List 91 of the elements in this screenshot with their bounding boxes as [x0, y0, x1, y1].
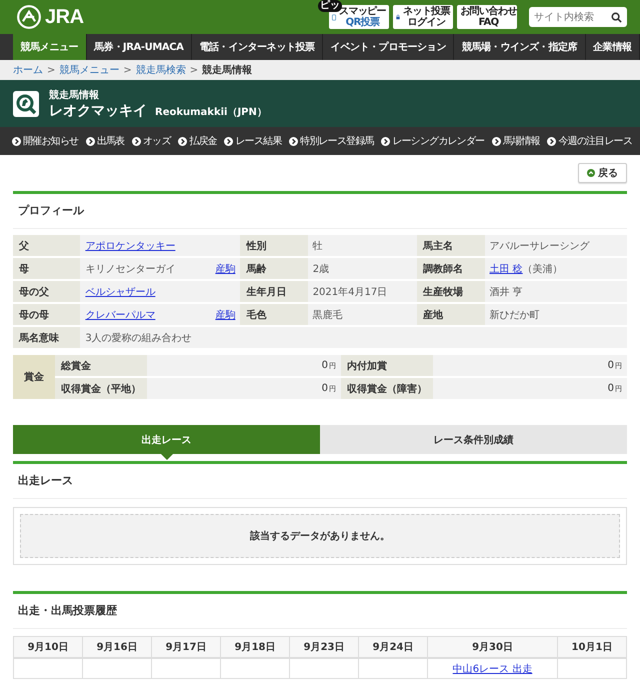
breadcrumb-separator: > [190, 64, 198, 76]
field-label: 調教師名 [417, 258, 485, 279]
field-label: 母の父 [13, 281, 80, 302]
subnav-link[interactable]: 開催お知らせ [12, 134, 78, 148]
chevron-right-icon [381, 136, 390, 146]
column-header: 9月23日 [290, 636, 359, 658]
back-button[interactable]: 戻る [578, 163, 627, 183]
prize-label: 賞金 [13, 355, 55, 399]
subnav-link[interactable]: 払戻金 [178, 134, 217, 148]
search-field[interactable]: サイト内検索 [529, 7, 627, 27]
jra-logo[interactable]: JRA [16, 4, 84, 30]
field-label: 馬齢 [240, 258, 308, 279]
field-label: 生年月日 [240, 281, 308, 302]
chevron-right-icon [492, 136, 501, 146]
field-value: 2021年4月17日 [312, 286, 388, 298]
breadcrumb-separator: > [123, 64, 132, 76]
field-value: 黒鹿毛 [312, 310, 343, 320]
header-button[interactable]: ネット投票 ログイン [393, 5, 453, 29]
race-link[interactable]: 中山6レース 出走 [452, 664, 532, 674]
table-cell [152, 658, 221, 678]
chevron-right-icon [132, 136, 142, 146]
subnav-link[interactable]: オッズ [132, 134, 171, 148]
column-header: 9月17日 [152, 636, 221, 658]
breadcrumb-current: 競走馬情報 [202, 64, 252, 77]
chevron-up-icon [587, 169, 595, 177]
subnav-link[interactable]: 今週の注目レース [547, 134, 632, 148]
breadcrumb-link[interactable]: 競馬メニュー [59, 63, 120, 77]
tab[interactable]: レース条件別成績 [320, 425, 627, 454]
column-header: 9月16日 [82, 636, 152, 658]
field-label: 収得賞金（障害） [341, 378, 433, 399]
tab[interactable]: 出走レース [13, 425, 320, 454]
field-label: 母 [13, 258, 80, 279]
table-cell [82, 658, 152, 678]
field-label: 収得賞金（平地） [55, 378, 147, 399]
horse-link[interactable]: クレバーパルマ [85, 310, 156, 320]
table-cell [220, 658, 290, 678]
section-heading: 出走・出馬投票履歴 [13, 591, 627, 629]
column-header: 9月30日 [428, 636, 558, 658]
column-header: 9月18日 [220, 636, 290, 658]
subnav-link[interactable]: レーシングカレンダー [381, 134, 484, 148]
field-label: 馬主名 [417, 235, 485, 256]
table-cell [290, 658, 359, 678]
field-label: 毛色 [240, 304, 308, 325]
field-label: 生産牧場 [417, 281, 485, 302]
offspring-link[interactable]: 産駒 [215, 308, 236, 322]
tab-pointer-icon [160, 454, 172, 460]
breadcrumb-separator: > [47, 64, 56, 76]
column-header: 10月1日 [557, 636, 626, 658]
field-value: 2歳 [312, 264, 330, 274]
badge: ピッ [318, 0, 342, 12]
breadcrumb-link[interactable]: 競走馬検索 [136, 63, 186, 77]
offspring-link[interactable]: 産駒 [215, 262, 236, 276]
field-value: 酒井 亨 [490, 286, 523, 298]
chevron-right-icon [178, 136, 188, 146]
field-value: 新ひだか町 [490, 310, 540, 320]
field-label: 内付加賞 [341, 355, 433, 376]
column-header: 9月10日 [14, 636, 83, 658]
field-note: （美浦） [522, 264, 563, 274]
subnav-link[interactable]: 特別レース登録馬 [289, 134, 374, 148]
field-value: アバルーサレーシング [490, 240, 590, 252]
horse-name-english: Reokumakkii（JPN） [155, 106, 267, 118]
section-heading: プロフィール [13, 191, 627, 229]
column-header: 9月24日 [358, 636, 428, 658]
chevron-right-icon [12, 136, 21, 146]
chevron-right-icon [547, 136, 556, 146]
subnav-link[interactable]: 馬場情報 [492, 134, 540, 148]
horse-link[interactable]: 土田 稔 [490, 264, 523, 274]
search-icon[interactable] [611, 12, 622, 23]
subnav-link[interactable]: 出馬表 [86, 134, 124, 148]
horse-search-icon [13, 90, 39, 116]
empty-message: 該当するデータがありません。 [20, 514, 620, 558]
subnav-link[interactable]: レース結果 [224, 134, 282, 148]
field-label: 総賞金 [55, 355, 147, 376]
chevron-right-icon [86, 136, 95, 146]
section-heading: 出走レース [13, 464, 627, 499]
field-label: 父 [13, 235, 80, 256]
field-label: 母の母 [13, 304, 80, 325]
field-label: 性別 [240, 235, 308, 256]
chevron-right-icon [289, 136, 298, 146]
horse-name: レオクマッキイ [49, 102, 147, 120]
table-cell [14, 658, 83, 678]
field-label: 産地 [417, 304, 485, 325]
field-label: 馬名意味 [13, 327, 80, 348]
header-button[interactable]: お問い合わせ FAQ [457, 5, 517, 29]
field-value: キリノセンターガイ [85, 264, 176, 274]
field-value: 3人の愛称の組み合わせ [85, 332, 192, 344]
chevron-right-icon [224, 136, 234, 146]
field-value: 牡 [312, 240, 323, 252]
nav-tab[interactable]: 競馬メニュー [13, 34, 87, 60]
breadcrumb-link[interactable]: ホーム [13, 63, 43, 77]
page-category: 競走馬情報 [49, 88, 100, 102]
